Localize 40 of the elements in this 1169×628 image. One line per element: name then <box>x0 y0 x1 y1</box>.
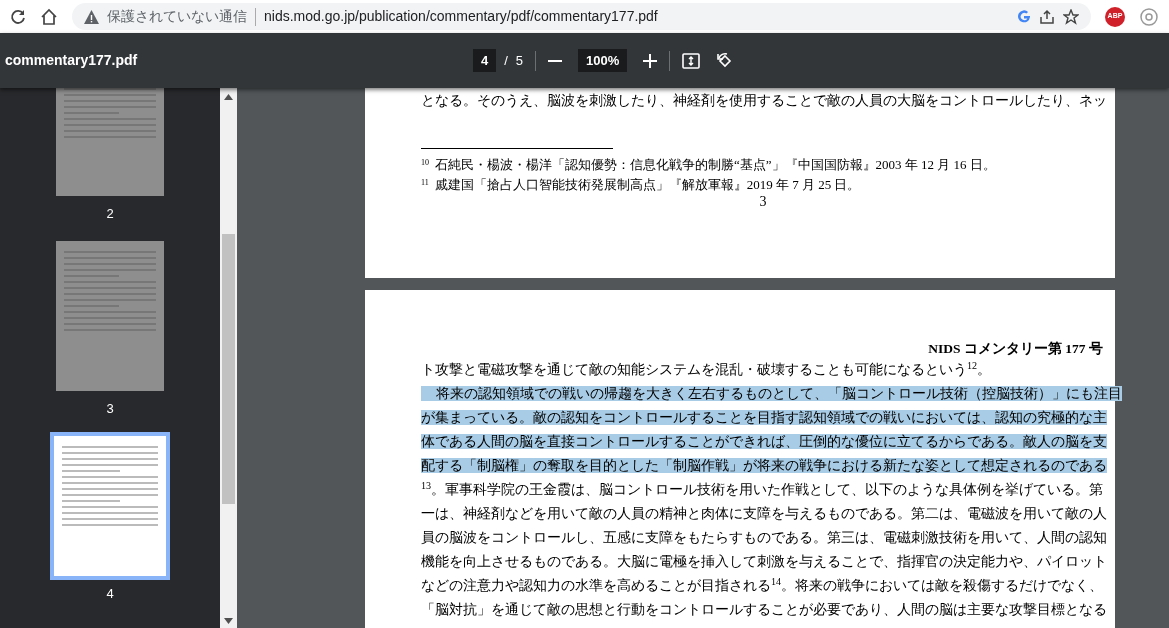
body-text-line: となる。そのうえ、脳波を刺激したり、神経剤を使用することで敵の人員の大脳をコントロールしたり、ネッ <box>421 92 1107 110</box>
security-label: 保護されていない通信 <box>107 7 247 26</box>
plus-icon <box>643 53 658 68</box>
page-label: 3 <box>106 401 114 416</box>
scrollbar[interactable] <box>220 88 237 628</box>
page-number-field[interactable]: 4 <box>473 48 497 73</box>
reload-icon[interactable] <box>10 8 26 25</box>
body-text-line: 員の脳波をコントロールし、五感に支障をもたらすものである。第三は、電磁刺激技術を用いて、人間の認知 <box>421 530 1107 545</box>
page-thumbnail[interactable] <box>56 88 164 196</box>
share-icon[interactable] <box>1039 8 1055 25</box>
url-text: nids.mod.go.jp/publication/commentary/pdf/commentary177.pdf <box>264 7 658 26</box>
home-icon[interactable] <box>40 7 58 26</box>
zoom-in-button[interactable] <box>643 53 658 68</box>
body-text-line: $^{13}$。軍事科学院の王金霞は、脳コントロール技術を用いた作戦として、以下のような具体例を挙げている。第 <box>421 482 1104 497</box>
footnote: $^{11}$ 戚建国「搶占人口智能技術発展制高点」『解放軍報』2019 年 7 月 25 日。 <box>421 176 862 194</box>
footnote: $^{10}$ 石純民・楊波・楊洋「認知優勢：信息化戦争的制勝“基点”」『中国国防報』2003 年 12 月 16 日。 <box>421 156 997 174</box>
zoom-field[interactable]: 100% <box>578 48 628 73</box>
body-text-line: などの注意力や認知力の水準を高めることが目指される$^{14}$。将来の戦争においては敵を殺傷するだけでなく、 <box>421 578 1104 593</box>
warning-icon[interactable] <box>84 9 99 24</box>
scroll-down-icon[interactable] <box>224 618 233 624</box>
page-thumbnail[interactable] <box>56 241 164 391</box>
total-pages: 5 <box>515 51 524 70</box>
page-separator: / <box>504 51 508 70</box>
scroll-up-icon[interactable] <box>224 94 233 100</box>
body-text-line: 機能を向上させるものである。大脳に電極を挿入して刺激を与えることで、指揮官の決定能力や、パイロット <box>421 554 1107 569</box>
page-header: NIDS コメンタリー第 177 号 <box>927 340 1103 358</box>
star-icon[interactable] <box>1063 8 1079 25</box>
page-label: 4 <box>106 586 114 601</box>
address-bar[interactable]: 保護されていない通信 nids.mod.go.jp/publication/commentary/pdf/commentary177.pdf <box>72 3 1091 30</box>
body-text-line: ト攻撃と電磁攻撃を通じて敵の知能システムを混乱・破壊することも可能になるという$^{12}$。 <box>421 362 992 377</box>
fit-page-icon <box>682 52 701 69</box>
body-text-line: 一は、神経剤などを用いて敵の人員の精神と肉体に支障を与えるものである。第二は、電磁波を用いて敵の人 <box>421 506 1107 521</box>
document-title: commentary177.pdf <box>4 51 139 70</box>
profile-icon[interactable] <box>1139 6 1159 27</box>
page-label: 2 <box>106 206 114 221</box>
google-icon[interactable] <box>1017 9 1031 24</box>
body-text-line: 「脳対抗」を通じて敵の思想と行動をコントロールすることが必要であり、人間の脳は主要な攻撃目標となる <box>421 602 1107 617</box>
fit-page-button[interactable] <box>682 52 701 69</box>
page-number: 3 <box>758 195 768 209</box>
minus-icon <box>548 59 563 62</box>
